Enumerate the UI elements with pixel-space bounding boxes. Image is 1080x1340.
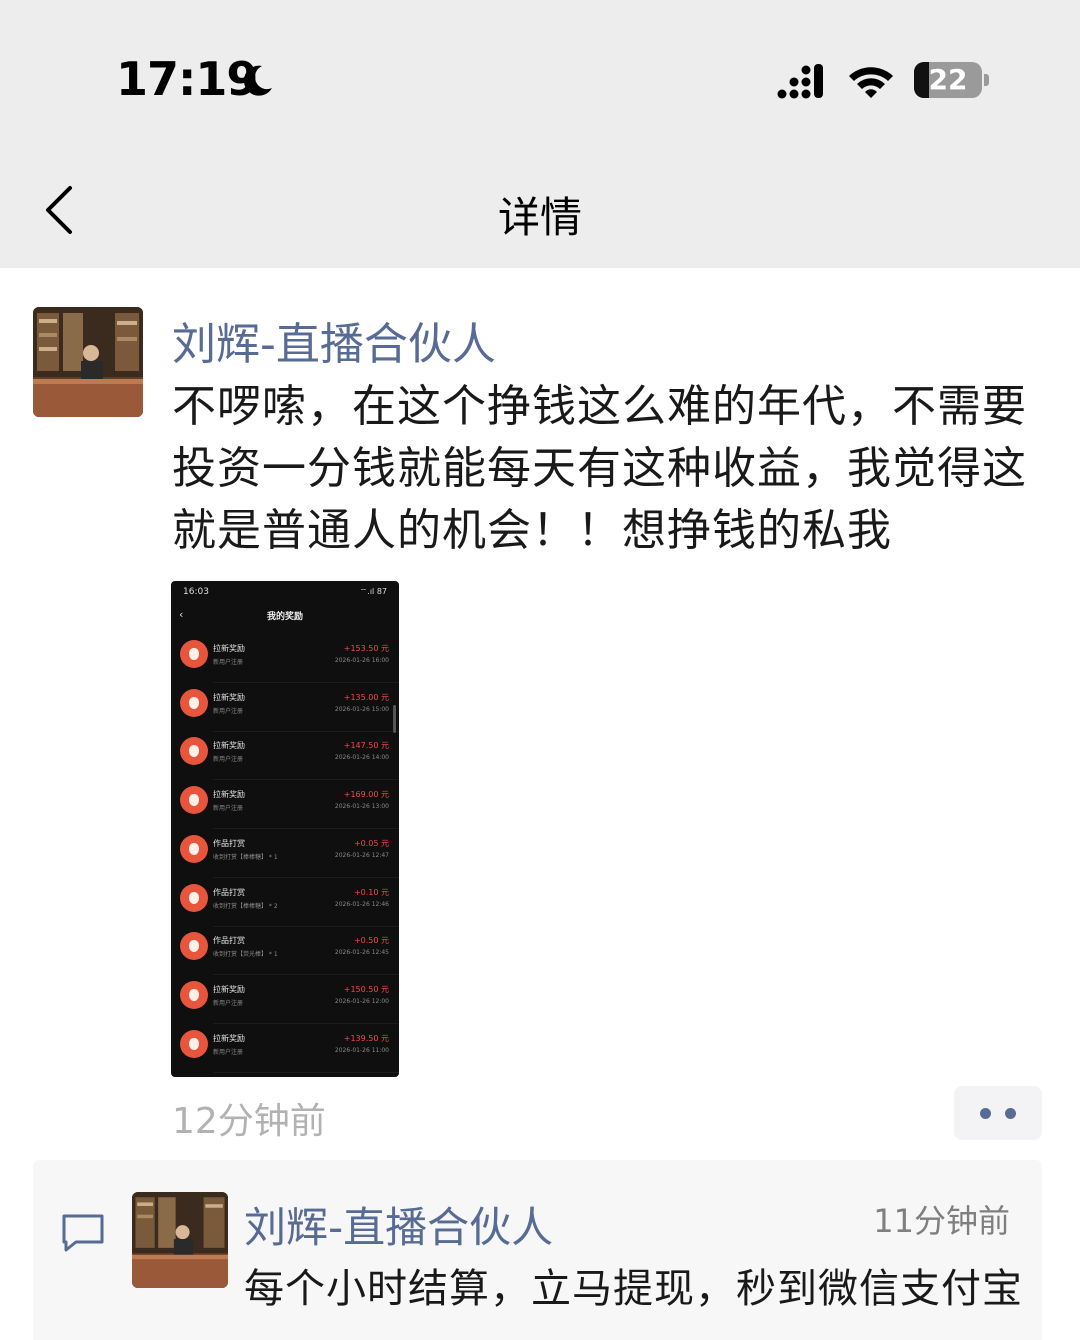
image-reward-row: 拉新奖励新用户注册 +150.50 元 2026-01-26 12:00 — [171, 976, 399, 1024]
comment-avatar[interactable] — [132, 1192, 228, 1288]
cellular-signal-icon — [777, 64, 823, 99]
reward-date: 2026-01-26 11:00 — [334, 1046, 389, 1054]
battery-icon: 22 — [914, 62, 990, 98]
money-bag-icon — [180, 737, 208, 766]
reward-amount: +150.50 元 — [343, 984, 389, 994]
reward-subtitle: 新用户注册 — [213, 999, 244, 1007]
money-bag-icon — [180, 688, 208, 717]
reward-subtitle: 新用户注册 — [213, 707, 244, 715]
status-bar: 17:19 22 — [0, 0, 1080, 160]
image-reward-row: 作品打赏收到打赏【棒棒糖】 * 2 +0.10 元 2026-01-26 12:46 — [171, 879, 399, 927]
status-time: 17:19 — [116, 52, 258, 106]
image-reward-row: 拉新奖励新用户注册 +153.50 元 2026-01-26 16:00 — [171, 635, 399, 683]
post-author[interactable]: 刘辉-直播合伙人 — [172, 308, 496, 372]
reward-amount: +0.10 元 — [353, 887, 389, 897]
reward-title: 拉新奖励 — [213, 790, 245, 800]
money-bag-icon — [180, 1029, 208, 1058]
image-reward-row: 拉新奖励新用户注册 +135.00 元 2026-01-26 15:00 — [171, 684, 399, 732]
page-title: 详情 — [497, 193, 582, 242]
image-reward-row: 拉新奖励新用户注册 +147.50 元 2026-01-26 14:00 — [171, 732, 399, 781]
image-reward-row: 作品打赏收到打赏【荧光棒】 * 1 +0.50 元 2026-01-26 12:45 — [171, 927, 399, 976]
post-time: 12分钟前 — [172, 1101, 326, 1142]
image-status-time: 16:03 — [183, 587, 209, 597]
reward-date: 2026-01-26 15:00 — [334, 705, 389, 713]
reward-subtitle: 收到打赏【荧光棒】 * 1 — [213, 951, 278, 959]
money-bag-icon — [180, 980, 208, 1009]
reward-subtitle: 新用户注册 — [213, 805, 244, 813]
nav-bar: 详情 — [0, 160, 1080, 268]
comment-author[interactable]: 刘辉-直播合伙人 — [244, 1194, 553, 1255]
reward-subtitle: 收到打赏【棒棒糖】 * 1 — [213, 853, 278, 861]
reward-amount: +153.50 元 — [343, 644, 389, 653]
reward-title: 作品打赏 — [213, 887, 245, 897]
money-bag-icon — [180, 932, 208, 961]
comment-bubble-icon — [62, 1214, 104, 1252]
reward-date: 2026-01-26 14:00 — [334, 754, 389, 762]
reward-title: 拉新奖励 — [213, 644, 245, 653]
reward-amount: +169.00 元 — [343, 790, 389, 800]
image-scrollbar — [393, 705, 396, 733]
post-text: 不啰嗦，在这个挣钱这么难的年代，不需要投资一分钱就能每天有这种收益，我觉得这就是… — [172, 381, 1027, 556]
reward-title: 拉新奖励 — [213, 692, 245, 702]
reward-amount: +147.50 元 — [343, 741, 389, 751]
reward-date: 2026-01-26 12:45 — [334, 949, 389, 957]
row-divider — [213, 1071, 399, 1073]
reward-date: 2026-01-26 16:00 — [334, 657, 389, 664]
battery-level: 22 — [928, 63, 968, 96]
image-title: 我的奖励 — [266, 612, 303, 622]
reward-title: 作品打赏 — [213, 838, 245, 848]
reward-title: 拉新奖励 — [213, 984, 245, 994]
reward-date: 2026-01-26 12:46 — [334, 900, 389, 908]
wifi-icon — [849, 67, 893, 98]
more-dots-icon[interactable] — [954, 1086, 1042, 1140]
reward-date: 2026-01-26 12:47 — [334, 851, 389, 859]
reward-amount: +139.50 元 — [343, 1033, 389, 1043]
money-bag-icon — [180, 786, 208, 815]
reward-subtitle: 新用户注册 — [213, 659, 244, 666]
reward-amount: +0.50 元 — [353, 936, 389, 946]
reward-amount: +0.05 元 — [353, 838, 389, 848]
reward-date: 2026-01-26 13:00 — [334, 803, 389, 811]
moon-icon — [243, 65, 272, 96]
post-image[interactable]: 16:03 ⌔.ıl 87 ‹ 我的奖励 拉新奖励 新用户注册 +153.50 元2… — [171, 581, 399, 1077]
reward-subtitle: 收到打赏【棒棒糖】 * 2 — [213, 902, 278, 910]
image-reward-row: 拉新奖励新用户注册 +169.00 元 2026-01-26 13:00 — [171, 781, 399, 830]
money-bag-icon — [180, 834, 208, 863]
money-bag-icon — [180, 640, 208, 668]
image-reward-row: 拉新奖励新用户注册 +139.50 元 2026-01-26 11:00 — [171, 1025, 399, 1073]
image-status-icons: ⌔.ıl 87 — [359, 587, 387, 596]
reward-subtitle: 新用户注册 — [213, 756, 244, 764]
reward-title: 作品打赏 — [213, 936, 245, 946]
money-bag-icon — [180, 883, 208, 912]
reward-amount: +135.00 元 — [343, 692, 389, 702]
reward-date: 2026-01-26 12:00 — [334, 997, 389, 1005]
comment-time: 11分钟前 — [873, 1202, 1010, 1240]
reward-subtitle: 新用户注册 — [213, 1048, 244, 1056]
reward-title: 拉新奖励 — [213, 741, 245, 751]
comment-text[interactable]: 每个小时结算，立马提现，秒到微信支付宝 — [244, 1256, 1023, 1314]
avatar[interactable] — [33, 307, 143, 417]
reward-title: 拉新奖励 — [213, 1033, 245, 1043]
image-reward-row: 作品打赏收到打赏【棒棒糖】 * 1 +0.05 元 2026-01-26 12:47 — [171, 830, 399, 878]
